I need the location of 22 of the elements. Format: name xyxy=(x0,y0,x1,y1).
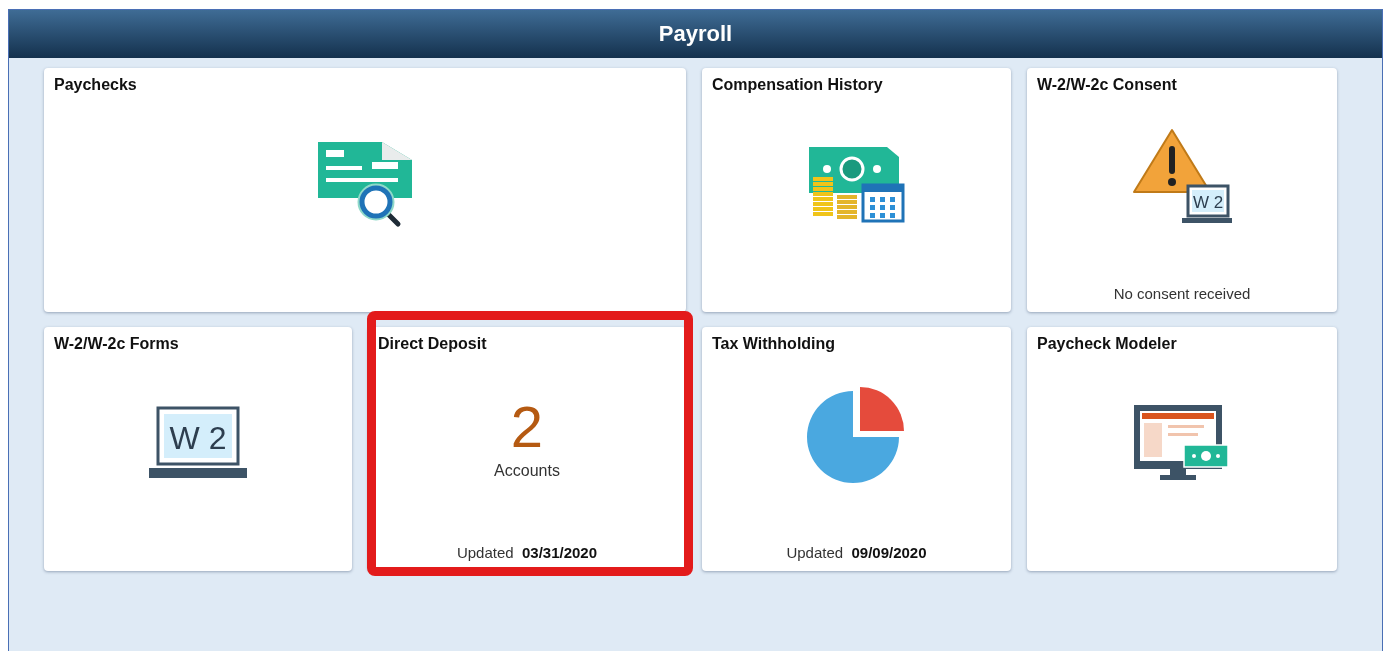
tile[interactable]: W-2/W-2c Consent W 2 No consent received xyxy=(1027,68,1337,312)
count-label: Accounts xyxy=(494,461,560,480)
check-search-icon xyxy=(316,140,414,228)
tile-title: Compensation History xyxy=(712,76,883,94)
tile-title: Paycheck Modeler xyxy=(1037,335,1177,353)
page-title: Payroll xyxy=(658,21,733,47)
tile[interactable]: Compensation History xyxy=(702,68,1011,312)
tile-title: W-2/W-2c Forms xyxy=(54,335,179,353)
tile-title: Paychecks xyxy=(54,76,137,94)
tile[interactable]: Paychecks xyxy=(44,68,686,312)
account-count: 2 xyxy=(510,397,544,456)
tile-title: Direct Deposit xyxy=(378,335,487,353)
tile[interactable]: Paycheck Modeler xyxy=(1027,327,1337,571)
tile-title: Tax Withholding xyxy=(712,335,836,353)
tile-title: W-2/W-2c Consent xyxy=(1037,76,1177,94)
money-calendar-icon xyxy=(806,145,907,223)
tile[interactable]: Tax Withholding Updated 09/09/2020 xyxy=(702,327,1011,571)
tile[interactable]: W-2/W-2c Forms W 2 xyxy=(44,327,352,571)
pie-chart-icon xyxy=(806,384,907,485)
status-text: No consent received xyxy=(1113,285,1251,302)
updated-text: Updated 03/31/2020 xyxy=(456,544,598,561)
updated-text: Updated 09/09/2020 xyxy=(786,544,927,561)
